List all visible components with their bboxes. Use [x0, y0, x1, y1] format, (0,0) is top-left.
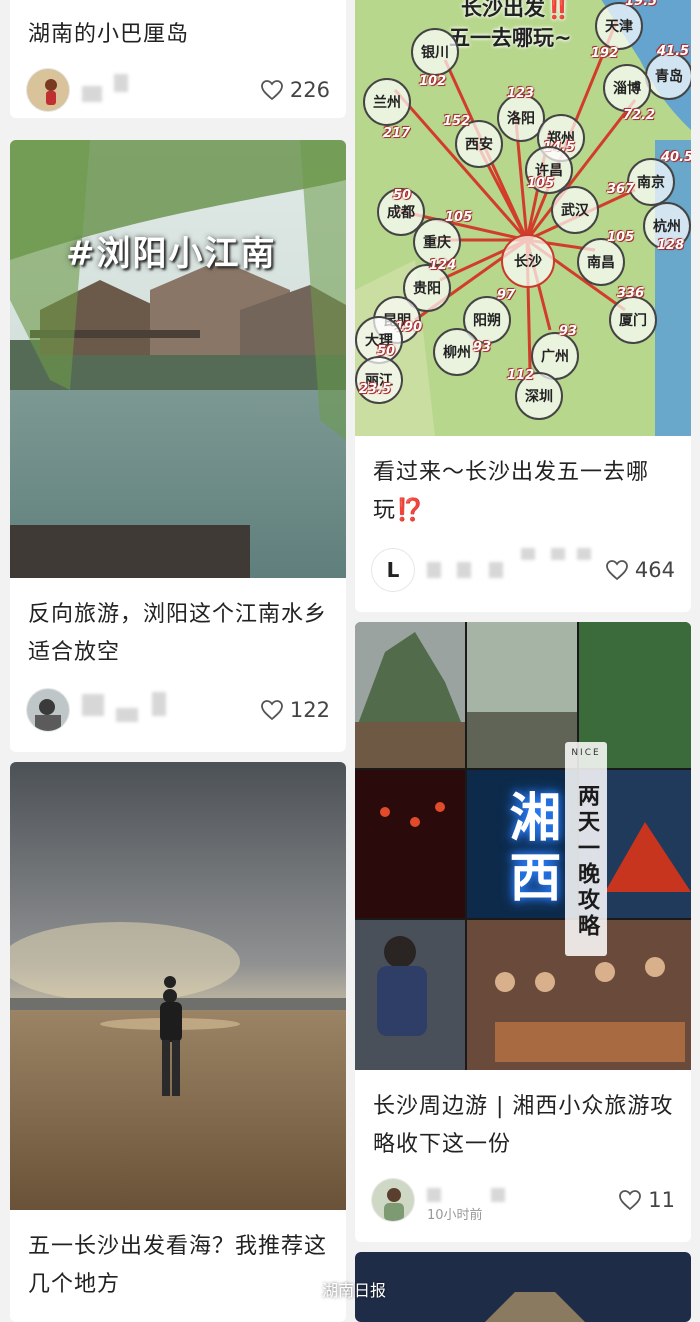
author-name-blurred: [427, 1188, 441, 1202]
city-marker: 南昌: [577, 238, 625, 286]
city-distance: 105: [445, 210, 473, 225]
like-button[interactable]: 464: [605, 556, 675, 584]
note-title: 看过来～长沙出发五一去哪玩⁉️: [373, 460, 650, 523]
cover-big-text: 湘西: [500, 790, 560, 910]
city-distance: 23.5: [359, 382, 392, 397]
map-title-line1: 长沙出发‼️: [461, 0, 572, 20]
weibo-icon: [300, 1282, 318, 1297]
like-count: 464: [634, 558, 675, 582]
like-button[interactable]: 226: [260, 76, 330, 104]
city-marker: 淄博: [603, 64, 651, 112]
city-distance: 336: [617, 286, 645, 301]
map-title-line2: 五一去哪玩~: [449, 26, 572, 50]
city-distance: 93: [559, 324, 578, 339]
avatar-letter: L: [386, 558, 400, 582]
city-distance: 124: [429, 258, 457, 273]
note-meta: 10小时前 11: [371, 1178, 675, 1223]
city-distance: 40.5: [661, 150, 691, 165]
heart-icon: [261, 700, 283, 721]
author-avatar[interactable]: [26, 688, 70, 732]
city-distance: 128: [657, 238, 685, 253]
note-card-xiaobali[interactable]: 湖南的小巴厘岛 226: [10, 0, 346, 118]
note-title: 湖南的小巴厘岛: [28, 22, 190, 47]
author-name-blurred: [116, 708, 138, 722]
note-card-liuyang[interactable]: #浏阳小江南 反向旅游，浏阳这个江南水乡适合放空 122: [10, 140, 346, 752]
city-distance: 123: [507, 86, 535, 101]
author-name-blurred: [521, 548, 535, 560]
note-title: 五一长沙出发看海？我推荐这几个地方: [28, 1234, 328, 1297]
banner-text: 两天一晚攻略: [574, 784, 599, 940]
note-title: 长沙周边游 | 湘西小众旅游攻略收下这一份: [373, 1094, 674, 1157]
note-title: 反向旅游，浏阳这个江南水乡适合放空: [28, 602, 328, 665]
city-distance: 192: [591, 46, 619, 61]
author-name-blurred: [427, 562, 441, 578]
like-button[interactable]: 122: [260, 696, 330, 724]
note-card-map[interactable]: 长沙出发‼️ 五一去哪玩~ 天津 19.5 192 青岛 41.5 银川 102…: [355, 0, 691, 612]
city-distance: 112: [507, 368, 535, 383]
city-marker: 天津: [595, 2, 643, 50]
cover-image[interactable]: #浏阳小江南: [10, 140, 346, 578]
author-avatar[interactable]: [26, 68, 70, 112]
city-distance: 102: [419, 74, 447, 89]
heart-icon: [606, 560, 628, 581]
author-name-blurred: [152, 692, 166, 716]
city-marker: 银川: [411, 28, 459, 76]
author-name-blurred: [577, 548, 591, 560]
city-distance: 19.5: [625, 0, 658, 9]
city-distance: 72.2: [623, 108, 656, 123]
note-card-xiangxi[interactable]: 湘西 NICE 两天一晚攻略 长沙周边游 | 湘西小众旅游攻略收下这一份 10小…: [355, 622, 691, 1242]
cover-banner: NICE 两天一晚攻略: [565, 742, 607, 956]
note-meta: L 464: [371, 548, 675, 592]
note-card-sea[interactable]: 五一长沙出发看海？我推荐这几个地方: [10, 762, 346, 1322]
note-card-partial[interactable]: [355, 1252, 691, 1322]
city-distance: 97: [497, 288, 516, 303]
author-avatar[interactable]: [371, 1178, 415, 1222]
city-marker: 武汉: [551, 186, 599, 234]
like-button[interactable]: 11: [618, 1186, 675, 1214]
city-marker: 兰州: [363, 78, 411, 126]
cover-image[interactable]: [10, 762, 346, 1210]
banner-nice: NICE: [571, 748, 601, 758]
city-distance: 93: [473, 340, 492, 355]
city-marker-center: 长沙: [501, 234, 555, 288]
author-name-blurred: [82, 86, 102, 102]
like-count: 11: [648, 1188, 675, 1212]
cover-photo: [10, 762, 346, 1210]
heart-icon: [261, 80, 283, 101]
cover-photo: [355, 1252, 691, 1322]
author-name-blurred: [489, 562, 503, 578]
note-meta: 122: [26, 688, 330, 732]
heart-icon: [619, 1190, 642, 1211]
note-meta: 226: [26, 68, 330, 112]
post-time: 10小时前: [427, 1208, 483, 1223]
city-distance: 105: [607, 230, 635, 245]
city-distance: 217: [383, 126, 411, 141]
city-distance: 367: [607, 182, 635, 197]
city-distance: 50: [393, 188, 412, 203]
city-marker: 厦门: [609, 296, 657, 344]
author-name-blurred: [457, 562, 471, 578]
author-name-blurred: [114, 74, 128, 92]
cover-image[interactable]: 长沙出发‼️ 五一去哪玩~ 天津 19.5 192 青岛 41.5 银川 102…: [355, 0, 691, 436]
cover-image[interactable]: 湘西 NICE 两天一晚攻略: [355, 622, 691, 1070]
author-name-blurred: [491, 1188, 505, 1202]
cover-tag: #浏阳小江南: [66, 234, 277, 274]
author-name-blurred: [82, 694, 104, 716]
like-count: 226: [289, 78, 330, 102]
like-count: 122: [289, 698, 330, 722]
city-distance: 41.5: [657, 44, 690, 59]
author-avatar[interactable]: L: [371, 548, 415, 592]
city-marker: 青岛: [645, 52, 691, 100]
cover-photo: [10, 140, 346, 578]
author-name-blurred: [551, 548, 565, 560]
city-distance: 152: [443, 114, 471, 129]
city-distance: 105: [527, 176, 555, 191]
weibo-watermark: 湖南日报: [300, 1277, 386, 1301]
city-marker: 南京: [627, 158, 675, 206]
watermark-text: 湖南日报: [322, 1281, 387, 1300]
